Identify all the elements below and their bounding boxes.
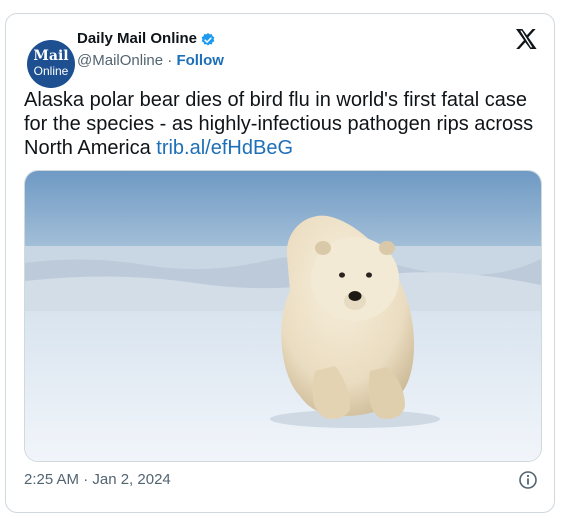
author-name[interactable]: Daily Mail Online	[77, 30, 197, 48]
tweet-timestamp[interactable]: 2:25 AM · Jan 2, 2024	[24, 471, 171, 489]
author-handle[interactable]: @MailOnline	[77, 52, 163, 69]
author-avatar[interactable]: Mail Online	[27, 40, 75, 88]
tweet-link[interactable]: trib.al/efHdBeG	[156, 137, 293, 159]
x-logo-icon[interactable]	[514, 28, 538, 50]
polar-bear-photo	[25, 171, 541, 461]
avatar-logo-line2: Online	[33, 64, 69, 78]
info-icon[interactable]	[518, 470, 538, 490]
tweet-text: Alaska polar bear dies of bird flu in wo…	[24, 88, 542, 160]
avatar-logo-line1: Mail	[33, 48, 69, 64]
verified-badge-icon	[201, 33, 215, 46]
handle-separator: ·	[163, 52, 177, 69]
author-handle-row: @MailOnline · Follow	[77, 52, 224, 70]
tweet-media-image[interactable]	[24, 170, 542, 462]
follow-button[interactable]: Follow	[176, 52, 224, 69]
